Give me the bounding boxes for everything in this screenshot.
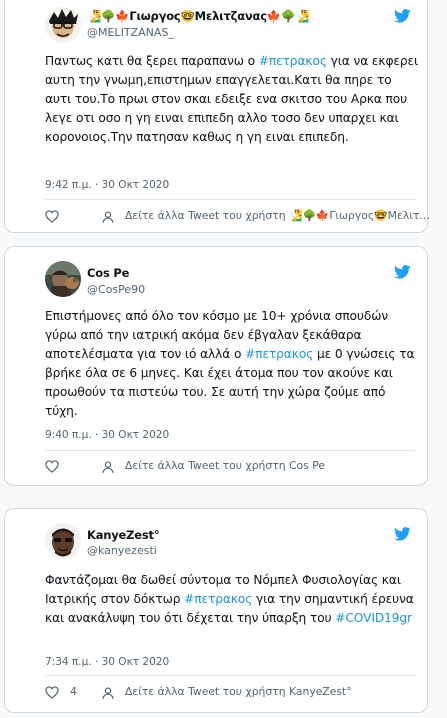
divider — [45, 199, 415, 200]
user-handle[interactable]: @MELITZANAS_ — [87, 26, 174, 39]
hashtag-link[interactable]: #COVID19gr — [335, 611, 412, 625]
display-name[interactable]: 🧏‍♂️🌳🍁Γιωργος🤓Μελιτζανας🍁🌳🧏‍♂️ — [87, 9, 309, 23]
tweet-timestamp[interactable]: 9:40 π.μ. · 30 Οκτ 2020 — [45, 429, 169, 441]
heart-icon[interactable] — [45, 210, 59, 223]
tweet-timestamp[interactable]: 7:34 π.μ. · 30 Οκτ 2020 — [45, 656, 169, 668]
tweet-text: Παντως κατι θα ξερει παραπανω ο #πετρακο… — [45, 52, 420, 147]
tweet-actions: 4 Δείτε άλλα Tweet του χρήστη KanyeZest° — [45, 684, 417, 702]
hashtag-link[interactable]: #πετρακος — [184, 592, 252, 606]
like-count: 4 — [70, 685, 77, 698]
twitter-bird-icon[interactable] — [394, 9, 411, 23]
twitter-bird-icon[interactable] — [394, 265, 411, 279]
person-icon — [102, 687, 114, 699]
hashtag-link[interactable]: #πετρακος — [259, 54, 327, 68]
heart-icon[interactable] — [45, 460, 59, 473]
divider — [45, 450, 415, 451]
user-handle[interactable]: @kanyezesti — [87, 544, 157, 557]
tweet-actions: Δείτε άλλα Tweet του χρήστη Cos Pe — [45, 458, 417, 476]
tweet-card[interactable]: KanyeZest° @kanyezesti Φαντάζομαι θα δωθ… — [4, 508, 428, 713]
heart-icon[interactable] — [45, 686, 59, 699]
tweet-card[interactable]: Cos Pe @CosPe90 Επιστήμονες από όλο τον … — [4, 246, 428, 486]
kanye-avatar-icon[interactable] — [45, 523, 81, 559]
tweet-actions: Δείτε άλλα Tweet του χρήστη 🧏‍♂️🌳🍁Γιωργο… — [45, 208, 430, 226]
person-icon — [102, 211, 114, 223]
person-icon — [102, 461, 114, 473]
hashtag-link[interactable]: #πετρακος — [245, 347, 313, 361]
more-tweets-link[interactable]: Δείτε άλλα Tweet του χρήστη 🧏‍♂️🌳🍁Γιωργο… — [125, 209, 430, 222]
more-tweets-link[interactable]: Δείτε άλλα Tweet του χρήστη KanyeZest° — [125, 685, 352, 698]
user-handle[interactable]: @CosPe90 — [87, 283, 145, 296]
twitter-bird-icon[interactable] — [394, 527, 411, 541]
more-tweets-link[interactable]: Δείτε άλλα Tweet του χρήστη Cos Pe — [125, 459, 325, 472]
tweet-text-part: Παντως κατι θα ξερει παραπανω ο — [45, 54, 259, 68]
display-name[interactable]: KanyeZest° — [87, 528, 160, 542]
tweet-text: Επιστήμονες από όλο τον κόσμο με 10+ χρό… — [45, 307, 420, 421]
divider — [45, 675, 415, 676]
display-name[interactable]: Cos Pe — [87, 266, 129, 280]
tweet-card[interactable]: 🧏‍♂️🌳🍁Γιωργος🤓Μελιτζανας🍁🌳🧏‍♂️ @MELITZAN… — [4, 0, 430, 233]
photo-avatar-icon[interactable] — [45, 261, 81, 297]
tweet-timestamp[interactable]: 9:42 π.μ. · 30 Οκτ 2020 — [45, 179, 169, 191]
cartoon-avatar-icon[interactable] — [45, 7, 81, 43]
tweet-text: Φαντάζομαι θα δωθεί σύντομα το Νόμπελ Φυ… — [45, 571, 420, 628]
